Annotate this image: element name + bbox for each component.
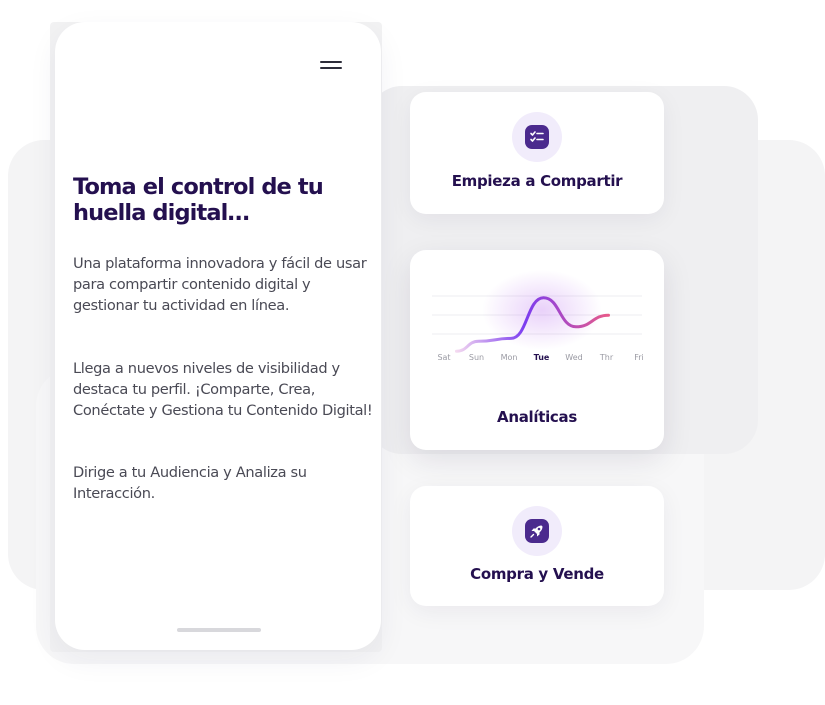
visibility-paragraph: Llega a nuevos niveles de visibilidad y …: [73, 360, 373, 419]
analytics-card[interactable]: Sat Sun Mon Tue Wed Thr Fri Analíticas: [410, 250, 664, 450]
sell-icon-badge: [512, 506, 562, 556]
chart-x-tick-label: Thr: [599, 353, 614, 362]
hamburger-menu-icon[interactable]: [320, 59, 342, 71]
intro-paragraph: Una plataforma innovadora y fácil de usa…: [73, 255, 367, 314]
home-indicator: [177, 628, 261, 632]
share-card-label: Empieza a Compartir: [451, 172, 623, 190]
checklist-icon: [525, 125, 549, 149]
chart-x-tick-label: Wed: [565, 353, 583, 362]
chart-x-tick-label: Sat: [437, 353, 451, 362]
share-icon-badge: [512, 112, 562, 162]
chart-x-tick-label: Fri: [634, 353, 644, 362]
chart-x-tick-label: Mon: [500, 353, 518, 362]
phone-mockup: Toma el control de tu huella digital… Un…: [55, 22, 381, 650]
share-card[interactable]: Empieza a Compartir: [410, 92, 664, 214]
sell-card[interactable]: Compra y Vende: [410, 486, 664, 606]
chart-x-tick-label: Tue: [533, 353, 550, 362]
rocket-icon: [525, 519, 549, 543]
landing-illustration: Toma el control de tu huella digital… Un…: [0, 0, 825, 705]
sell-card-label: Compra y Vende: [470, 565, 604, 583]
chart-x-tick-label: Sun: [468, 353, 485, 362]
analytics-card-label: Analíticas: [497, 408, 577, 426]
page-title: Toma el control de tu huella digital…: [73, 174, 324, 226]
chart-x-axis: Sat Sun Mon Tue Wed Thr Fri: [430, 353, 646, 365]
audience-paragraph: Dirige a tu Audiencia y Analiza su Inter…: [73, 464, 307, 502]
